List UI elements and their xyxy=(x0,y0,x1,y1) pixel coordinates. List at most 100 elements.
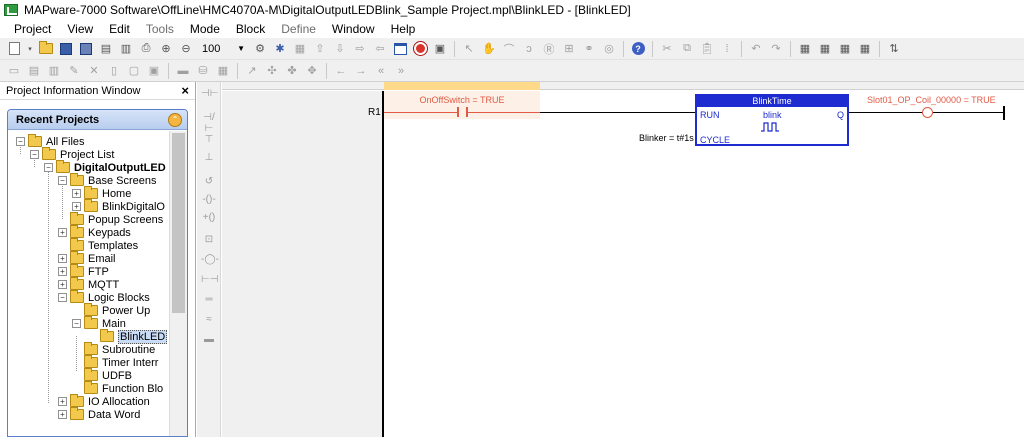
screen-edit-icon[interactable]: ✎ xyxy=(66,63,82,79)
tree-item-udfb[interactable]: UDFB xyxy=(72,368,132,382)
transfer-icon[interactable]: ▤ xyxy=(98,41,114,57)
tool-a-icon[interactable]: ✣ xyxy=(264,63,280,79)
menu-define[interactable]: Define xyxy=(273,22,324,36)
compile-icon[interactable]: ✱ xyxy=(272,41,288,57)
expand-toggle-icon[interactable]: + xyxy=(58,397,67,406)
undo-icon[interactable]: ↶ xyxy=(748,41,764,57)
tree-item-all-files[interactable]: − All Files xyxy=(16,134,85,148)
collapse-toggle-icon[interactable]: − xyxy=(30,150,39,159)
calendar-icon[interactable] xyxy=(392,41,408,57)
tree-item-mqtt[interactable]: + MQTT xyxy=(58,277,119,291)
function-block-blinktime[interactable]: BlinkTime RUN blink Q CYCLE xyxy=(695,94,849,146)
import-icon[interactable]: ⇦ xyxy=(372,41,388,57)
tree-scrollbar[interactable] xyxy=(169,131,187,436)
lasso-icon[interactable]: ↄ xyxy=(521,41,537,57)
redo-icon[interactable]: ↷ xyxy=(768,41,784,57)
expand-toggle-icon[interactable]: + xyxy=(72,202,81,211)
new-screen-icon[interactable]: ▭ xyxy=(6,63,22,79)
scrollbar-thumb[interactable] xyxy=(172,133,185,313)
tree-item-email[interactable]: + Email xyxy=(58,251,116,265)
collapse-toggle-icon[interactable]: − xyxy=(58,293,67,302)
branch-loop-tool-icon[interactable]: ↺ xyxy=(201,176,217,190)
tree-item-blink-digital[interactable]: + BlinkDigitalO xyxy=(72,199,165,213)
print-icon[interactable]: ⎙ xyxy=(138,41,154,57)
menu-project[interactable]: Project xyxy=(6,22,59,36)
grid-icon[interactable]: ⊞ xyxy=(561,41,577,57)
expand-toggle-icon[interactable]: + xyxy=(58,267,67,276)
tree-item-keypads[interactable]: + Keypads xyxy=(58,225,131,239)
double-right-icon[interactable]: » xyxy=(393,63,409,79)
coil-label[interactable]: Slot01_OP_Coil_00000 = TRUE xyxy=(867,95,996,105)
record-icon[interactable] xyxy=(412,41,428,57)
export-icon[interactable]: ⇨ xyxy=(352,41,368,57)
contact-label[interactable]: OnOffSwitch = TRUE xyxy=(384,95,540,105)
collapse-toggle-icon[interactable]: − xyxy=(44,163,53,172)
copy-icon[interactable]: ⧉ xyxy=(679,41,695,57)
database-icon[interactable]: ⛁ xyxy=(195,63,211,79)
tool-c-icon[interactable]: ✥ xyxy=(304,63,320,79)
select-icon[interactable]: ↖ xyxy=(461,41,477,57)
table-alt-icon[interactable]: ▦ xyxy=(817,41,833,57)
text-icon[interactable]: Ⓡ xyxy=(541,41,557,57)
tree-item-function-blocks[interactable]: Function Blo xyxy=(72,381,163,395)
branch-down-tool-icon[interactable]: ⊥ xyxy=(201,152,217,166)
frame-icon[interactable]: ▣ xyxy=(146,63,162,79)
download-icon[interactable]: ▥ xyxy=(118,41,134,57)
hook-icon[interactable]: ⌒ xyxy=(501,41,517,57)
expand-toggle-icon[interactable]: + xyxy=(58,280,67,289)
tree-item-ftp[interactable]: + FTP xyxy=(58,264,109,278)
tree-item-blinkled[interactable]: BlinkLED xyxy=(100,329,168,344)
screen-icon[interactable]: ▣ xyxy=(432,41,448,57)
nc-contact-tool-icon[interactable]: ⊣/⊢ xyxy=(201,112,217,134)
menu-block[interactable]: Block xyxy=(228,22,273,36)
coil-tool-icon[interactable]: -()- xyxy=(201,194,217,208)
tree-item-project-list[interactable]: − Project List xyxy=(30,147,114,161)
tool-b-icon[interactable]: ✤ xyxy=(284,63,300,79)
tree-item-data-word[interactable]: + Data Word xyxy=(58,407,140,421)
table-view-icon[interactable]: ▦ xyxy=(837,41,853,57)
menu-edit[interactable]: Edit xyxy=(101,22,138,36)
new-file-icon[interactable] xyxy=(6,41,22,57)
blinker-parameter[interactable]: Blinker = t#1s xyxy=(639,133,694,143)
double-left-icon[interactable]: « xyxy=(373,63,389,79)
paste-icon[interactable]: 📋︎ xyxy=(699,41,715,57)
save-icon[interactable] xyxy=(58,41,74,57)
arrow-left-icon[interactable]: ← xyxy=(333,63,349,79)
build-icon[interactable]: ▦ xyxy=(292,41,308,57)
zoom-out-icon[interactable]: ⊖ xyxy=(178,41,194,57)
collapse-toggle-icon[interactable]: − xyxy=(72,319,81,328)
branch-tool-icon[interactable]: ⊤ xyxy=(201,134,217,148)
close-icon[interactable]: × xyxy=(181,83,189,98)
arrow-right-icon[interactable]: → xyxy=(353,63,369,79)
menu-help[interactable]: Help xyxy=(383,22,424,36)
return-tool-icon[interactable]: ⊢⊣ xyxy=(201,274,218,288)
window-icon[interactable]: ▢ xyxy=(126,63,142,79)
menu-mode[interactable]: Mode xyxy=(182,22,228,36)
zoom-in-icon[interactable]: ⊕ xyxy=(158,41,174,57)
menu-window[interactable]: Window xyxy=(324,22,383,36)
pointer-icon[interactable]: ↗ xyxy=(244,63,260,79)
horizontal-line-tool-icon[interactable]: ═ xyxy=(201,294,217,308)
expand-toggle-icon[interactable]: + xyxy=(72,189,81,198)
tree-item-main[interactable]: − Main xyxy=(72,316,126,330)
expand-toggle-icon[interactable]: + xyxy=(58,228,67,237)
help-icon[interactable]: ? xyxy=(630,41,646,57)
table-grid-icon[interactable]: ▦ xyxy=(857,41,873,57)
upload-icon[interactable]: ⇧ xyxy=(312,41,328,57)
jump-tool-icon[interactable]: -◯- xyxy=(201,254,219,268)
tree-item-base-screens[interactable]: − Base Screens xyxy=(58,173,156,187)
tree-item-home[interactable]: + Home xyxy=(72,186,131,200)
block-tool-icon[interactable]: ⊡ xyxy=(201,234,217,248)
dropdown-arrow-icon[interactable]: ▾ xyxy=(26,41,34,57)
expand-toggle-icon[interactable]: + xyxy=(58,254,67,263)
tree-item-project[interactable]: − DigitalOutputLED xyxy=(44,160,166,174)
page-icon[interactable]: ▯ xyxy=(106,63,122,79)
collapse-toggle-icon[interactable]: − xyxy=(58,176,67,185)
target-icon[interactable]: ◎ xyxy=(601,41,617,57)
open-folder-icon[interactable] xyxy=(38,41,54,57)
screen-properties-icon[interactable]: ▤ xyxy=(26,63,42,79)
monitor-icon[interactable]: ▬ xyxy=(175,63,191,79)
table-icon[interactable]: ▦ xyxy=(797,41,813,57)
sort-icon[interactable]: ⇅ xyxy=(886,41,902,57)
hand-icon[interactable]: ✋ xyxy=(481,41,497,57)
